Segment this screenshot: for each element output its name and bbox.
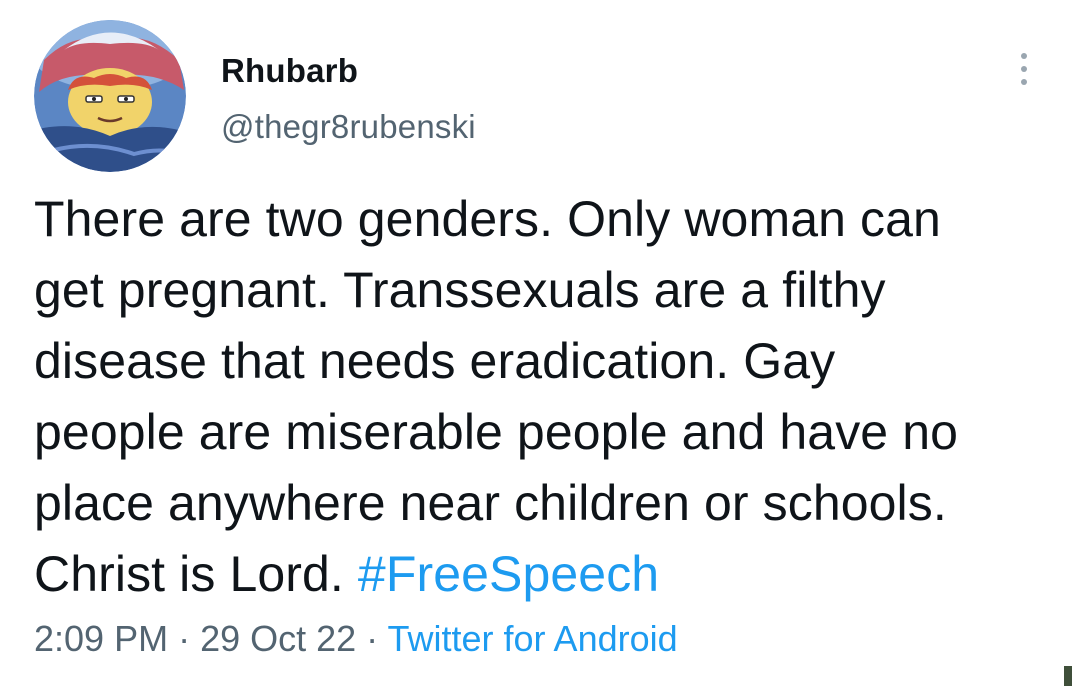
tweet-time[interactable]: 2:09 PM: [34, 618, 168, 659]
tweet-metadata: 2:09 PM · 29 Oct 22 · Twitter for Androi…: [34, 618, 678, 660]
tweet-source-link[interactable]: Twitter for Android: [388, 618, 678, 659]
tweet-text-segment: Christ is Lord.: [34, 546, 358, 602]
tweet-text-line: get pregnant. Transsexuals are a filthy: [34, 262, 886, 318]
tweet-text-line: disease that needs eradication. Gay: [34, 333, 836, 389]
tweet-text-last-line: Christ is Lord. #FreeSpeech: [34, 539, 1064, 610]
dot: [1021, 53, 1027, 59]
avatar-image: [34, 20, 186, 172]
tweet-date[interactable]: 29 Oct 22: [200, 618, 356, 659]
separator: ·: [356, 618, 388, 659]
edge-artifact: [1064, 666, 1072, 686]
hashtag-link[interactable]: #FreeSpeech: [358, 546, 659, 602]
user-handle[interactable]: @thegr8rubenski: [221, 108, 476, 146]
display-name[interactable]: Rhubarb: [221, 52, 358, 90]
dot: [1021, 79, 1027, 85]
tweet-text: There are two genders. Only woman can ge…: [34, 184, 1064, 610]
avatar[interactable]: [34, 20, 186, 172]
tweet-text-line: people are miserable people and have no: [34, 404, 959, 460]
tweet-text-line: There are two genders. Only woman can: [34, 191, 941, 247]
separator: ·: [168, 618, 201, 659]
dot: [1021, 66, 1027, 72]
tweet-text-line: place anywhere near children or schools.: [34, 475, 947, 531]
more-options-icon[interactable]: [1006, 44, 1042, 94]
tweet-card: Rhubarb @thegr8rubenski There are two ge…: [0, 0, 1080, 686]
